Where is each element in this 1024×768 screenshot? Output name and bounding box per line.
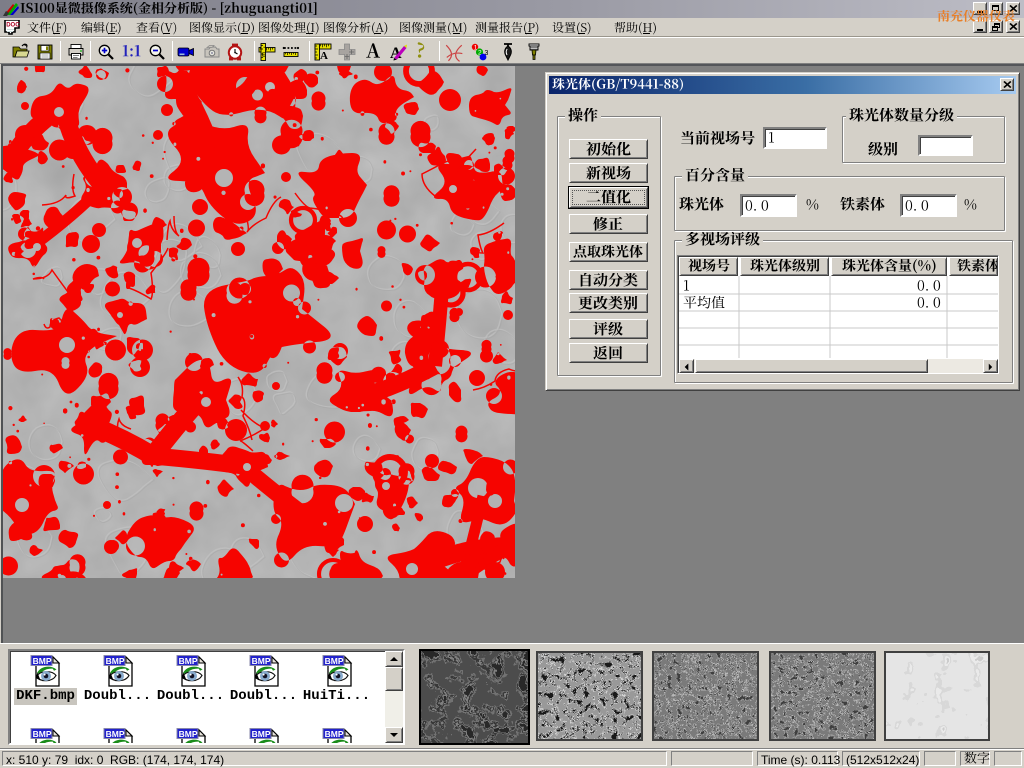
svg-text:BMP: BMP: [33, 729, 52, 739]
svg-text:BMP: BMP: [33, 656, 52, 666]
svg-text:BMP: BMP: [252, 656, 271, 666]
svg-text:BMP: BMP: [325, 729, 344, 739]
svg-text:BMP: BMP: [106, 729, 125, 739]
svg-text:BMP: BMP: [106, 656, 125, 666]
svg-text:BMP: BMP: [252, 729, 271, 739]
svg-text:BMP: BMP: [179, 729, 198, 739]
svg-text:BMP: BMP: [179, 656, 198, 666]
svg-text:DOC: DOC: [6, 23, 20, 29]
svg-text:A: A: [320, 50, 328, 61]
svg-text:BMP: BMP: [325, 656, 344, 666]
svg-text:3: 3: [485, 50, 489, 57]
